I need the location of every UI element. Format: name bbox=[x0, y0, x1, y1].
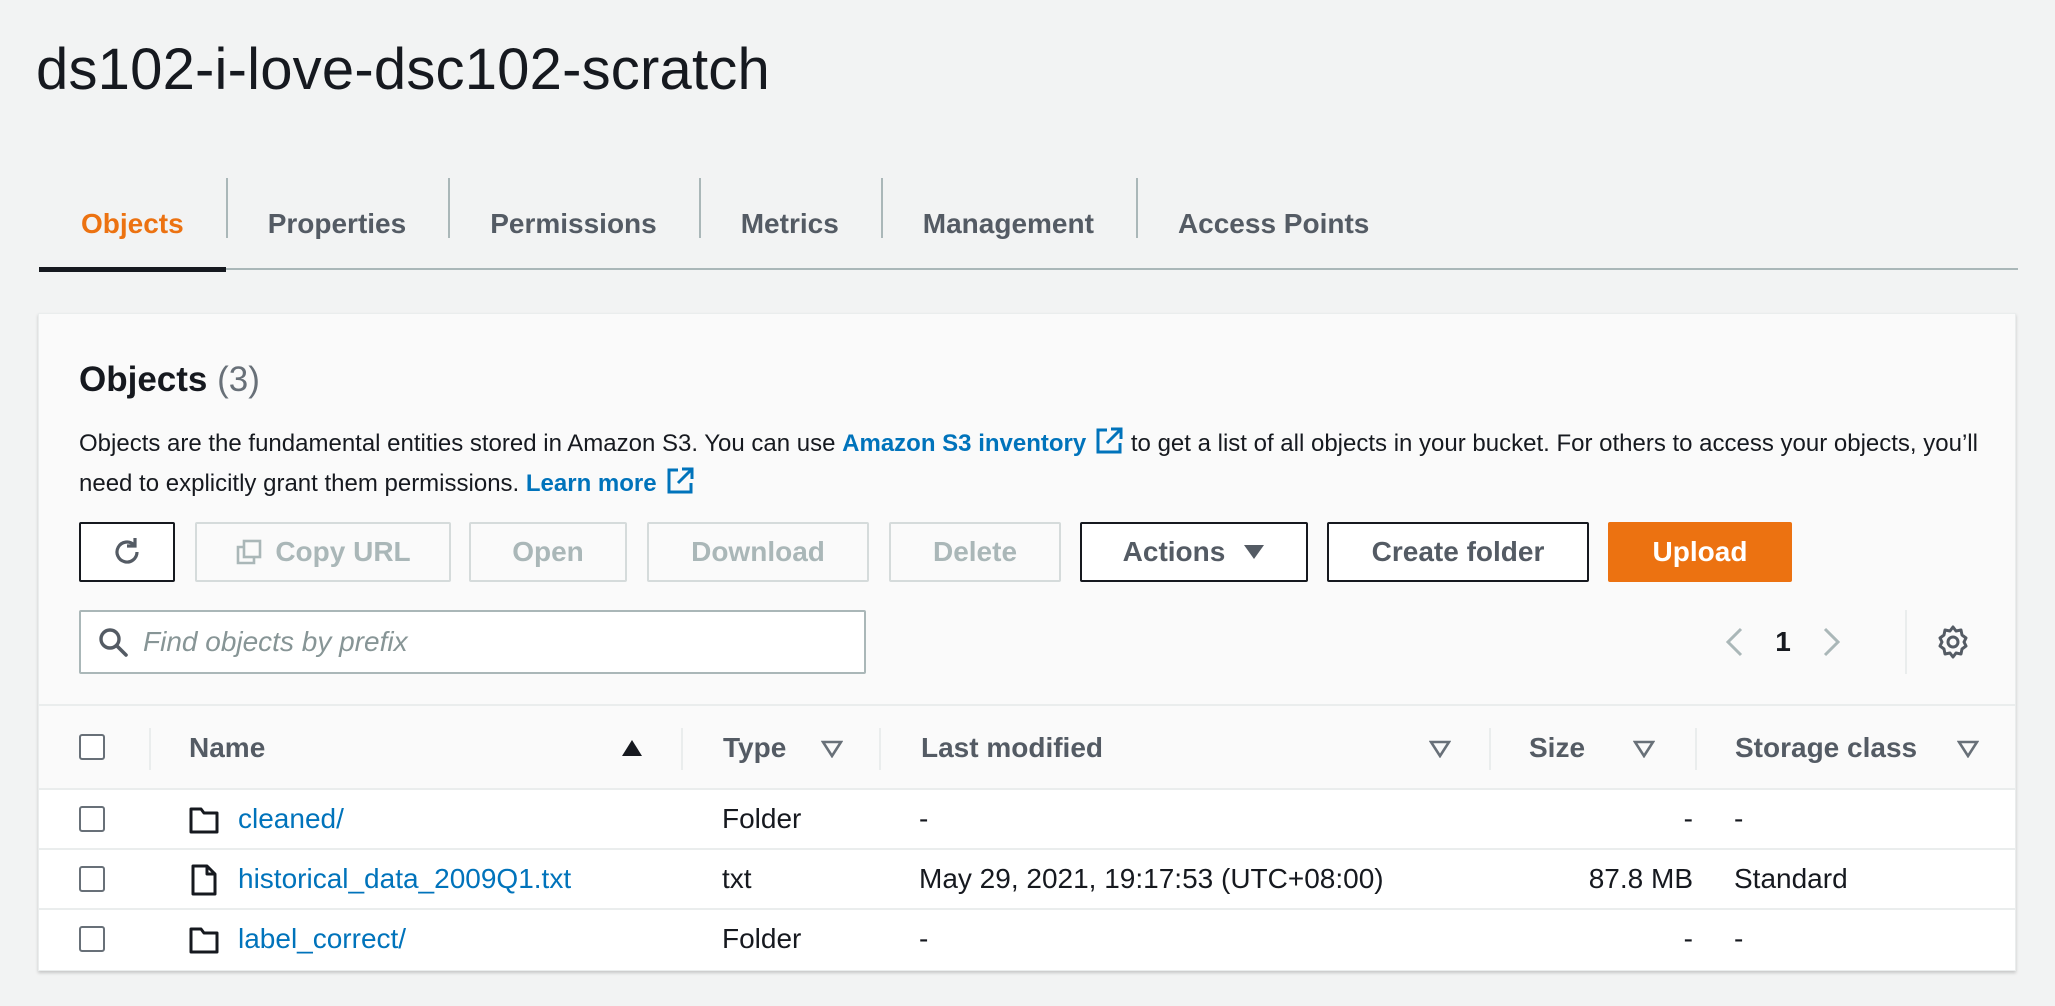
objects-title-label: Objects bbox=[79, 360, 208, 399]
object-link[interactable]: cleaned/ bbox=[238, 803, 344, 835]
tab-access-points[interactable]: Access Points bbox=[1135, 178, 1411, 270]
sort-icon[interactable] bbox=[1429, 740, 1451, 758]
tab-permissions[interactable]: Permissions bbox=[448, 178, 699, 270]
delete-button[interactable]: Delete bbox=[889, 522, 1061, 582]
create-folder-label: Create folder bbox=[1371, 536, 1545, 567]
column-divider bbox=[681, 728, 683, 770]
object-name[interactable]: historical_data_2009Q1.txt bbox=[238, 850, 571, 908]
objects-count: (3) bbox=[217, 360, 260, 399]
copy-icon bbox=[237, 539, 262, 565]
gear-icon[interactable] bbox=[1935, 624, 1971, 660]
caret-down-icon bbox=[1244, 545, 1265, 559]
object-size: - bbox=[1683, 803, 1693, 834]
objects-panel: Objects (3) Objects are the fundamental … bbox=[38, 313, 2016, 971]
sort-icon[interactable] bbox=[821, 740, 843, 758]
objects-table: Name Type Last modified Size Storage cla… bbox=[39, 704, 2015, 970]
column-divider bbox=[1489, 728, 1491, 770]
actions-label: Actions bbox=[1122, 536, 1226, 567]
objects-description: Objects are the fundamental entities sto… bbox=[79, 424, 1979, 504]
actions-dropdown[interactable]: Actions bbox=[1080, 522, 1308, 582]
column-header-size[interactable]: Size bbox=[1529, 706, 1585, 790]
bucket-tabs: Objects Properties Permissions Metrics M… bbox=[39, 178, 2018, 272]
object-last-modified: May 29, 2021, 19:17:53 (UTC+08:00) bbox=[919, 863, 1384, 894]
external-link-icon bbox=[1096, 427, 1123, 454]
object-type: txt bbox=[722, 863, 752, 894]
sort-icon[interactable] bbox=[1633, 740, 1655, 758]
object-name[interactable]: label_correct/ bbox=[238, 910, 406, 968]
page-number[interactable]: 1 bbox=[1753, 626, 1813, 658]
object-last-modified: - bbox=[919, 803, 929, 834]
table-row[interactable]: label_correct/ Folder - - - bbox=[39, 910, 2015, 970]
inventory-link-label: Amazon S3 inventory bbox=[842, 430, 1087, 457]
refresh-button[interactable] bbox=[79, 522, 175, 582]
column-header-last-modified[interactable]: Last modified bbox=[921, 706, 1103, 790]
object-type: Folder bbox=[722, 803, 802, 834]
objects-panel-title: Objects (3) bbox=[79, 360, 260, 400]
external-link-icon bbox=[667, 467, 694, 494]
object-size: 87.8 MB bbox=[1588, 863, 1693, 894]
tab-management[interactable]: Management bbox=[880, 178, 1136, 270]
row-checkbox[interactable] bbox=[79, 806, 105, 832]
sort-ascending-icon[interactable] bbox=[621, 739, 643, 757]
copy-url-button[interactable]: Copy URL bbox=[195, 522, 451, 582]
open-button[interactable]: Open bbox=[469, 522, 627, 582]
folder-icon bbox=[189, 807, 219, 834]
table-row[interactable]: historical_data_2009Q1.txt txt May 29, 2… bbox=[39, 850, 2015, 910]
inventory-link[interactable]: Amazon S3 inventory bbox=[842, 427, 1124, 457]
pagination: 1 bbox=[1719, 610, 1847, 674]
learn-more-link[interactable]: Learn more bbox=[525, 467, 695, 497]
table-header: Name Type Last modified Size Storage cla… bbox=[39, 704, 2015, 790]
sort-icon[interactable] bbox=[1957, 740, 1979, 758]
learn-more-label: Learn more bbox=[525, 470, 657, 497]
upload-label: Upload bbox=[1652, 536, 1748, 567]
object-storage-class: - bbox=[1734, 803, 1744, 834]
column-header-type[interactable]: Type bbox=[723, 706, 786, 790]
upload-button[interactable]: Upload bbox=[1608, 522, 1792, 582]
chevron-left-icon[interactable] bbox=[1719, 625, 1753, 659]
tab-objects[interactable]: Objects bbox=[39, 178, 226, 272]
search-box bbox=[79, 610, 866, 674]
folder-icon bbox=[189, 927, 219, 954]
object-name[interactable]: cleaned/ bbox=[238, 790, 344, 848]
column-divider bbox=[1695, 728, 1697, 770]
column-header-name[interactable]: Name bbox=[189, 706, 265, 790]
object-link[interactable]: label_correct/ bbox=[238, 923, 406, 955]
chevron-right-icon[interactable] bbox=[1813, 625, 1847, 659]
search-input[interactable] bbox=[143, 626, 823, 658]
object-storage-class: - bbox=[1734, 923, 1744, 954]
download-button[interactable]: Download bbox=[647, 522, 869, 582]
select-all-checkbox[interactable] bbox=[79, 734, 105, 760]
row-checkbox[interactable] bbox=[79, 866, 105, 892]
pager-divider bbox=[1905, 610, 1907, 674]
tab-properties[interactable]: Properties bbox=[225, 178, 449, 270]
file-icon bbox=[191, 864, 217, 896]
create-folder-button[interactable]: Create folder bbox=[1327, 522, 1589, 582]
object-type: Folder bbox=[722, 923, 802, 954]
open-label: Open bbox=[512, 536, 584, 567]
object-link[interactable]: historical_data_2009Q1.txt bbox=[238, 863, 571, 895]
refresh-icon bbox=[115, 538, 139, 564]
object-size: - bbox=[1683, 923, 1693, 954]
desc-text-1: Objects are the fundamental entities sto… bbox=[79, 430, 843, 457]
tab-metrics[interactable]: Metrics bbox=[698, 178, 881, 270]
object-last-modified: - bbox=[919, 923, 929, 954]
table-row[interactable]: cleaned/ Folder - - - bbox=[39, 790, 2015, 850]
search-icon bbox=[99, 628, 128, 657]
column-header-storage-class[interactable]: Storage class bbox=[1735, 706, 1917, 790]
object-storage-class: Standard bbox=[1734, 863, 1848, 894]
delete-label: Delete bbox=[932, 536, 1018, 567]
column-divider bbox=[879, 728, 881, 770]
row-checkbox[interactable] bbox=[79, 926, 105, 952]
copy-url-label: Copy URL bbox=[275, 536, 411, 567]
page-title: ds102-i-love-dsc102-scratch bbox=[36, 37, 770, 102]
column-divider bbox=[149, 728, 151, 770]
download-label: Download bbox=[691, 536, 825, 567]
